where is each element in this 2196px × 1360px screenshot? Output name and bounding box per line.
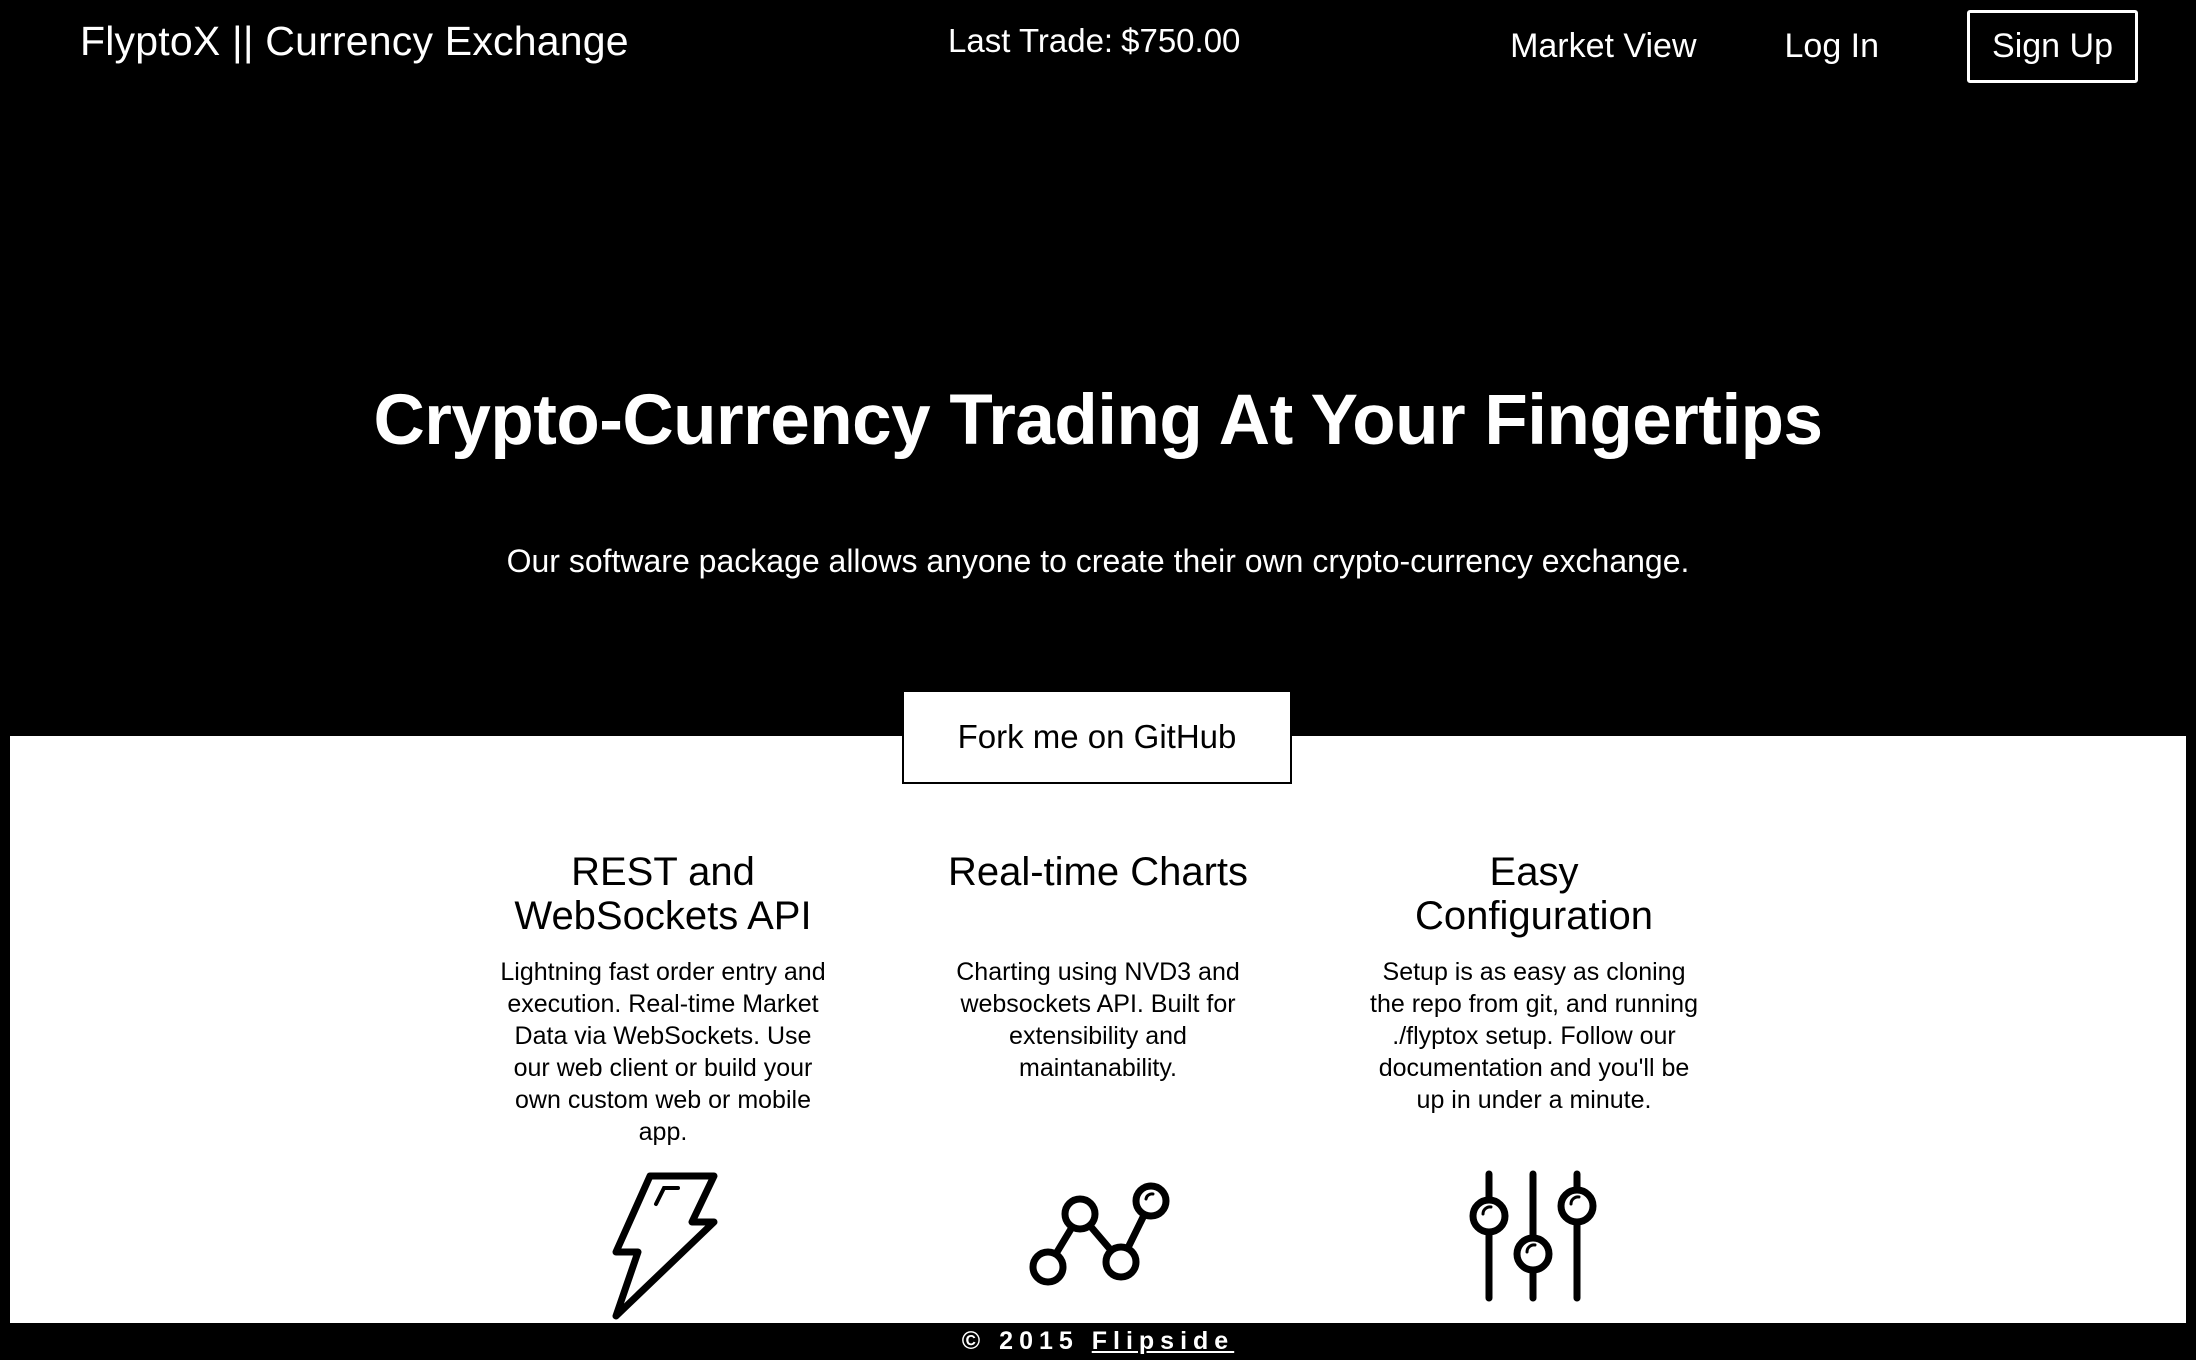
feature-title: REST and WebSockets API (514, 850, 812, 938)
top-navbar: FlyptoX || Currency Exchange Last Trade:… (0, 0, 2196, 90)
lightning-bolt-icon (612, 1172, 718, 1320)
fork-github-button[interactable]: Fork me on GitHub (902, 690, 1292, 784)
feature-rest-api: REST and WebSockets API Lightning fast o… (498, 850, 828, 1148)
last-trade-ticker: Last Trade: $750.00 (948, 22, 1240, 60)
nav-links: Market View Log In Sign Up (1422, 8, 2138, 84)
sign-up-button[interactable]: Sign Up (1967, 9, 2138, 83)
landing-page: FlyptoX || Currency Exchange Last Trade:… (0, 0, 2196, 1360)
feature-title: Easy Configuration (1415, 850, 1653, 938)
feature-easy-configuration: Easy Configuration Setup is as easy as c… (1369, 850, 1699, 1116)
market-view-link[interactable]: Market View (1510, 27, 1696, 66)
hero-subtitle: Our software package allows anyone to cr… (506, 543, 1690, 579)
feature-description: Lightning fast order entry and execution… (500, 958, 826, 1146)
brand-link[interactable]: FlyptoX || Currency Exchange (80, 18, 629, 65)
line-chart-icon (1029, 1182, 1170, 1286)
footer: © 2015 Flipside (0, 1323, 2196, 1360)
footer-copyright: © 2015 (961, 1327, 1079, 1355)
last-trade-label: Last Trade: (948, 22, 1114, 59)
feature-description: Setup is as easy as cloning the repo fro… (1370, 958, 1698, 1114)
log-in-link[interactable]: Log In (1785, 27, 1880, 66)
footer-flipside-link[interactable]: Flipside (1092, 1327, 1234, 1355)
hero-title: Crypto-Currency Trading At Your Fingerti… (373, 381, 1823, 460)
last-trade-value: $750.00 (1121, 22, 1241, 59)
sliders-icon (1469, 1170, 1597, 1302)
feature-realtime-charts: Real-time Charts Charting using NVD3 and… (933, 850, 1263, 1084)
feature-title: Real-time Charts (947, 850, 1249, 894)
feature-description: Charting using NVD3 and websockets API. … (956, 958, 1240, 1082)
